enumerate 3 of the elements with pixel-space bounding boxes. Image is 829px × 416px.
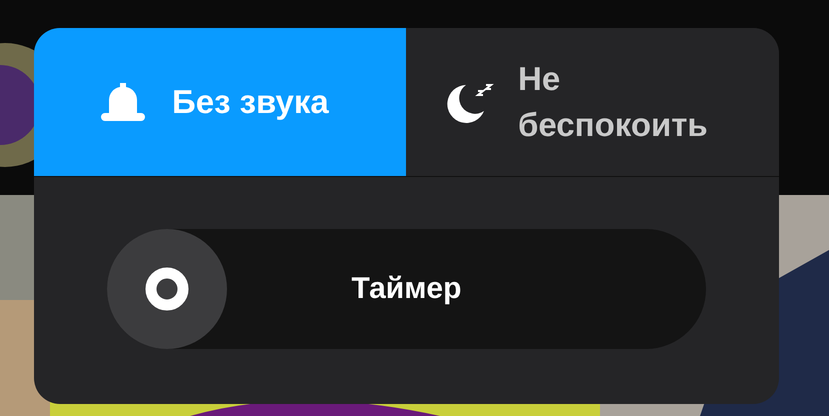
timer-slider[interactable]: Таймер	[107, 228, 706, 348]
timer-label: Таймер	[352, 271, 462, 307]
ring-icon	[145, 266, 189, 310]
